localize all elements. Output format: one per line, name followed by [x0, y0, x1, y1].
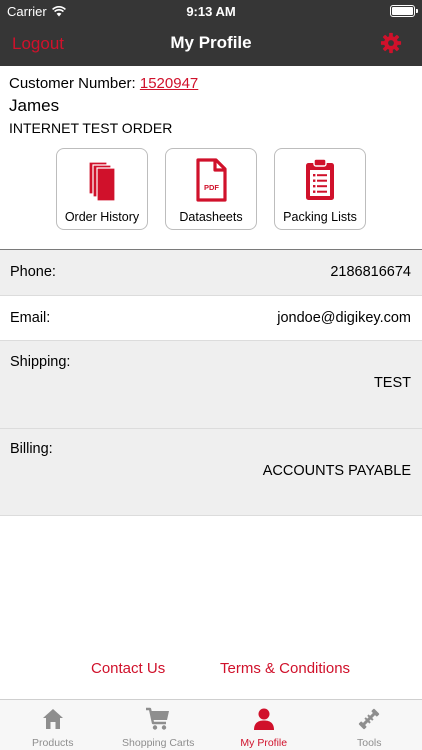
- battery-icon: [390, 5, 418, 17]
- tools-icon: [359, 708, 380, 730]
- gear-icon[interactable]: [380, 32, 402, 54]
- email-label: Email:: [10, 310, 51, 326]
- shipping-label: Shipping:: [10, 354, 71, 370]
- customer-number-label: Customer Number:: [9, 75, 136, 92]
- tab-tools[interactable]: Tools: [317, 700, 422, 750]
- packing-lists-label: Packing Lists: [283, 210, 357, 224]
- clipboard-icon: [306, 158, 334, 200]
- documents-icon: [88, 161, 116, 202]
- order-history-button[interactable]: Order History: [56, 148, 148, 230]
- packing-lists-button[interactable]: Packing Lists: [274, 148, 366, 230]
- order-history-label: Order History: [64, 210, 140, 224]
- billing-row: Billing: ACCOUNTS PAYABLE: [0, 429, 422, 516]
- shipping-value: TEST: [373, 375, 411, 391]
- customer-number-link[interactable]: 1520947: [140, 75, 198, 92]
- home-icon: [42, 709, 63, 729]
- datasheets-button[interactable]: PDF Datasheets: [165, 148, 257, 230]
- tab-shopping-carts[interactable]: Shopping Carts: [106, 700, 212, 750]
- phone-value: 2186816674: [330, 264, 411, 280]
- tab-shopping-carts-label: Shopping Carts: [122, 737, 195, 749]
- contact-us-link[interactable]: Contact Us: [91, 660, 165, 677]
- footer-links: Contact Us Terms & Conditions: [0, 660, 422, 680]
- tab-products-label: Products: [32, 737, 74, 749]
- tab-tools-label: Tools: [356, 737, 382, 749]
- phone-row: Phone: 2186816674: [0, 250, 422, 296]
- billing-value: ACCOUNTS PAYABLE: [262, 463, 411, 479]
- pdf-icon: PDF: [196, 158, 227, 202]
- email-value: jondoe@digikey.com: [277, 310, 411, 326]
- datasheets-label: Datasheets: [179, 210, 243, 224]
- tab-products[interactable]: Products: [0, 700, 106, 750]
- status-bar: Carrier 9:13 AM: [0, 0, 422, 22]
- order-name: INTERNET TEST ORDER: [9, 120, 173, 136]
- tab-my-profile[interactable]: My Profile: [211, 700, 317, 750]
- cart-icon: [146, 707, 170, 730]
- customer-name: James: [9, 96, 60, 115]
- page-title: My Profile: [170, 33, 252, 52]
- customer-number-line: Customer Number: 1520947: [9, 74, 198, 94]
- pdf-icon-text: PDF: [204, 183, 219, 192]
- customer-info: Customer Number: 1520947 James INTERNET …: [9, 74, 198, 138]
- navigation-bar: Logout My Profile: [0, 22, 422, 66]
- status-time: 9:13 AM: [186, 4, 236, 19]
- billing-label: Billing:: [10, 441, 53, 457]
- user-icon: [253, 708, 274, 730]
- tab-bar: Products Shopping Carts My Profile Tools: [0, 699, 422, 750]
- phone-label: Phone:: [10, 264, 56, 280]
- shipping-row: Shipping: TEST: [0, 341, 422, 429]
- terms-conditions-link[interactable]: Terms & Conditions: [220, 660, 350, 677]
- tab-my-profile-label: My Profile: [240, 737, 288, 749]
- email-row: Email: jondoe@digikey.com: [0, 296, 422, 341]
